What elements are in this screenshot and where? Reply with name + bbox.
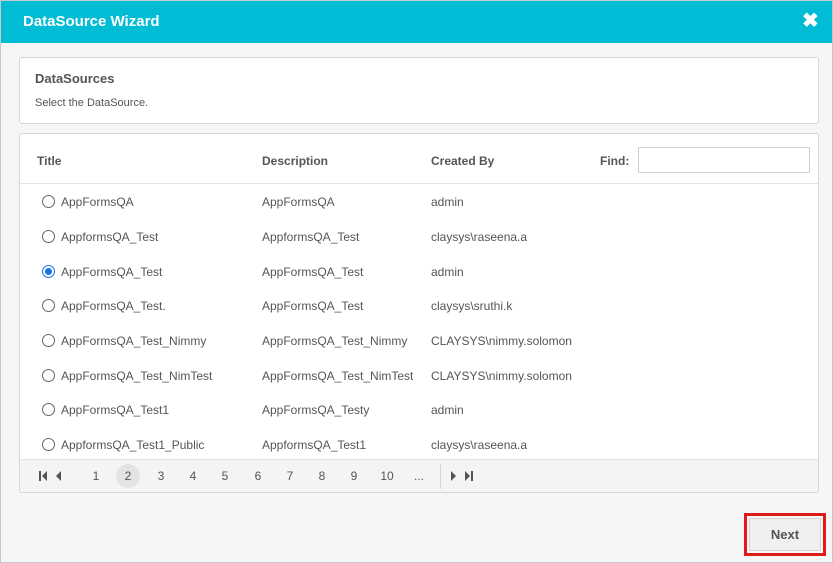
row-radio[interactable]: [42, 403, 55, 416]
row-radio[interactable]: [42, 334, 55, 347]
page-number[interactable]: 8: [310, 460, 334, 492]
table-row[interactable]: AppFormsQA_Test_NimTest AppFormsQA_Test_N…: [20, 359, 818, 394]
pager-divider: [440, 464, 441, 489]
page-number[interactable]: 6: [246, 460, 270, 492]
column-header-title[interactable]: Title: [37, 154, 61, 168]
datasource-grid: Title Description Created By Find: AppFo…: [19, 133, 819, 493]
next-page-icon[interactable]: [451, 471, 456, 481]
page-number[interactable]: 10: [375, 460, 399, 492]
cell-description: AppFormsQA_Test_NimTest: [262, 369, 414, 383]
cell-description: AppFormsQA_Test: [262, 299, 364, 313]
datasource-wizard-dialog: DataSource Wizard ✖ DataSources Select t…: [0, 0, 833, 563]
dialog-title: DataSource Wizard: [23, 13, 160, 30]
page-number[interactable]: 5: [213, 460, 237, 492]
table-row[interactable]: AppformsQA_Test AppformsQA_Test claysys\ra…: [20, 220, 818, 255]
cell-created-by: admin: [431, 403, 464, 417]
cell-description: AppFormsQA_Test_Nimmy: [262, 334, 408, 348]
dialog-titlebar: DataSource Wizard ✖: [1, 1, 832, 43]
cell-created-by: CLAYSYS\nimmy.solomon: [431, 369, 572, 383]
first-page-icon[interactable]: [42, 471, 47, 481]
cell-title: AppFormsQA: [61, 195, 134, 209]
cell-title: AppFormsQA_Test_Nimmy: [61, 334, 207, 348]
column-header-description[interactable]: Description: [262, 154, 328, 168]
table-row[interactable]: AppFormsQA_Test. AppFormsQA_Test claysys\s…: [20, 289, 818, 324]
page-number[interactable]: 7: [278, 460, 302, 492]
close-icon[interactable]: ✖: [802, 11, 819, 31]
cell-title: AppformsQA_Test1_Public: [61, 438, 205, 452]
last-page-icon[interactable]: [465, 471, 470, 481]
find-label: Find:: [600, 154, 630, 168]
cell-description: AppFormsQA: [262, 195, 335, 209]
cell-description: AppFormsQA_Testy: [262, 403, 370, 417]
find-input[interactable]: [638, 147, 810, 173]
last-page-bar: [471, 471, 473, 481]
cell-description: AppformsQA_Test: [262, 230, 360, 244]
row-radio[interactable]: [42, 438, 55, 451]
row-radio[interactable]: [42, 299, 55, 312]
row-radio[interactable]: [42, 230, 55, 243]
cell-created-by: admin: [431, 195, 464, 209]
column-header-created-by[interactable]: Created By: [431, 154, 494, 168]
panel-subtitle: Select the DataSource.: [35, 97, 149, 109]
cell-description: AppFormsQA_Test: [262, 265, 364, 279]
page-number[interactable]: 2: [116, 464, 140, 488]
page-number[interactable]: 3: [149, 460, 173, 492]
grid-pager: 1 2 3 4 5 6 7 8 9 10...: [20, 459, 818, 492]
table-row[interactable]: AppFormsQA_Test1 AppFormsQA_Testy admin: [20, 393, 818, 428]
cell-title: AppFormsQA_Test.: [61, 299, 166, 313]
table-row[interactable]: AppFormsQA_Test_Nimmy AppFormsQA_Test_Nim…: [20, 324, 818, 359]
table-row[interactable]: AppformsQA_Test1_Public AppformsQA_Test1 c…: [20, 428, 818, 463]
cell-title: AppFormsQA_Test_NimTest: [61, 369, 213, 383]
page-number[interactable]: ...: [407, 460, 431, 492]
grid-header: Title Description Created By Find:: [20, 134, 818, 184]
cell-created-by: claysys\raseena.a: [431, 230, 528, 244]
next-button[interactable]: Next: [749, 518, 821, 551]
first-page-bar: [39, 471, 41, 481]
page-number[interactable]: 4: [181, 460, 205, 492]
cell-created-by: CLAYSYS\nimmy.solomon: [431, 334, 572, 348]
datasources-panel: DataSources Select the DataSource.: [19, 57, 819, 124]
page-number[interactable]: 1: [84, 460, 108, 492]
page-number[interactable]: 9: [342, 460, 366, 492]
cell-created-by: claysys\sruthi.k: [431, 299, 513, 313]
next-button-highlight: Next: [744, 513, 826, 556]
prev-page-icon[interactable]: [56, 471, 61, 481]
table-row[interactable]: AppFormsQA AppFormsQA admin: [20, 185, 818, 220]
table-row[interactable]: AppFormsQA_Test AppFormsQA_Test admin: [20, 255, 818, 290]
cell-created-by: claysys\raseena.a: [431, 438, 528, 452]
panel-title: DataSources: [35, 71, 115, 86]
row-radio[interactable]: [42, 265, 55, 278]
cell-created-by: admin: [431, 265, 464, 279]
cell-title: AppformsQA_Test: [61, 230, 159, 244]
cell-description: AppformsQA_Test1: [262, 438, 367, 452]
cell-title: AppFormsQA_Test1: [61, 403, 170, 417]
row-radio[interactable]: [42, 195, 55, 208]
cell-title: AppFormsQA_Test: [61, 265, 163, 279]
row-radio[interactable]: [42, 369, 55, 382]
